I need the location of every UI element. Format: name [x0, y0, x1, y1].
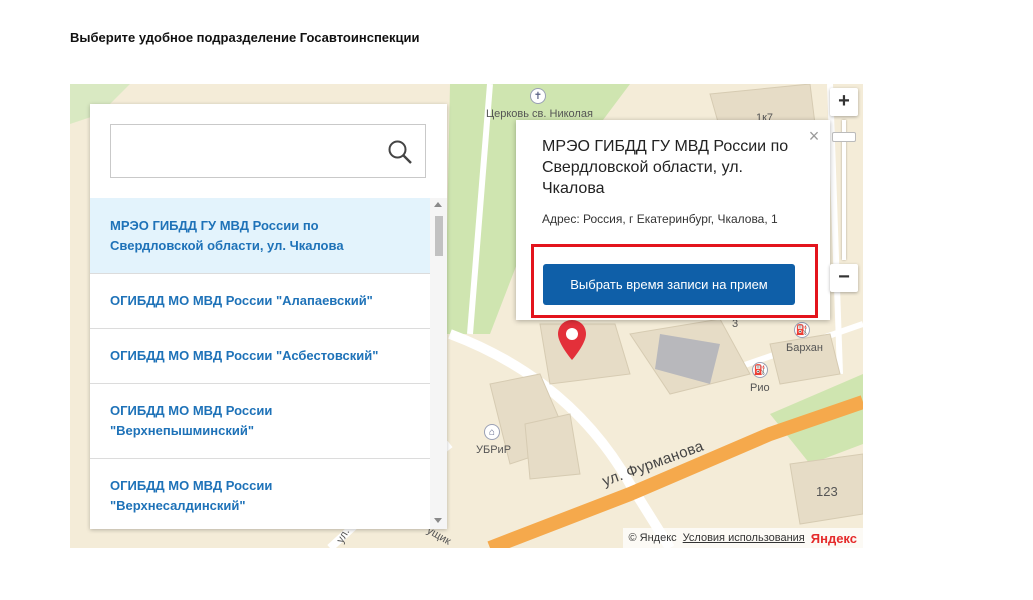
map-marker-icon[interactable]: [558, 320, 586, 360]
list-item[interactable]: ОГИБДД МО МВД России "Верхнесалдинский": [90, 459, 430, 529]
search-icon[interactable]: [387, 139, 413, 165]
unit-balloon: × МРЭО ГИБДД ГУ МВД России по Свердловск…: [516, 120, 830, 320]
list-item[interactable]: МРЭО ГИБДД ГУ МВД России по Свердловской…: [90, 198, 430, 274]
search-input[interactable]: [111, 125, 381, 177]
scroll-thumb[interactable]: [435, 216, 443, 256]
bank-icon: ⌂: [484, 424, 500, 440]
church-icon: ✝: [530, 88, 546, 104]
terms-link[interactable]: Условия использования: [683, 532, 805, 544]
map-label-church: Церковь св. Николая: [486, 108, 593, 120]
map[interactable]: Церковь св. Николая ✝ 1к7 3 ⛽ Бархан ⛽ Р…: [70, 84, 863, 548]
list-item-label: ОГИБДД МО МВД России "Верхнесалдинский": [110, 478, 273, 513]
map-label-ubrir: УБРиР: [476, 444, 512, 456]
list-item-label: МРЭО ГИБДД ГУ МВД России по Свердловской…: [110, 217, 344, 253]
page-title: Выберите удобное подразделение Госавтоин…: [70, 30, 420, 45]
book-appointment-button[interactable]: Выбрать время записи на прием: [543, 264, 795, 305]
copyright-text: © Яндекс: [628, 532, 677, 544]
map-copyright: © Яндекс Условия использования Яндекс: [622, 528, 863, 548]
close-icon[interactable]: ×: [804, 126, 824, 146]
balloon-title: МРЭО ГИБДД ГУ МВД России по Свердловской…: [542, 138, 789, 197]
unit-list: МРЭО ГИБДД ГУ МВД России по Свердловской…: [90, 198, 430, 529]
list-scrollbar[interactable]: [430, 198, 447, 529]
fuel-station-icon: ⛽: [752, 362, 768, 378]
scroll-down-icon[interactable]: [434, 518, 442, 523]
yandex-logo[interactable]: Яндекс: [811, 531, 857, 546]
fuel-station-icon: ⛽: [794, 322, 810, 338]
search-box: [110, 124, 426, 178]
zoom-in-button[interactable]: +: [830, 88, 858, 116]
balloon-address: Адрес: Россия, г Екатеринбург, Чкалова, …: [542, 212, 778, 226]
list-item[interactable]: ОГИБДД МО МВД России "Асбестовский": [90, 329, 430, 384]
list-item[interactable]: ОГИБДД МО МВД России "Алапаевский": [90, 274, 430, 329]
map-label-barkhan: Бархан: [786, 342, 823, 354]
list-item-label: ОГИБДД МО МВД России "Алапаевский": [110, 293, 373, 308]
list-item-label: ОГИБДД МО МВД России "Верхнепышминский": [110, 403, 273, 438]
list-item-label: ОГИБДД МО МВД России "Асбестовский": [110, 348, 379, 363]
zoom-slider-handle[interactable]: [832, 132, 856, 142]
map-label-house: 123: [816, 484, 838, 499]
zoom-out-button[interactable]: −: [830, 264, 858, 292]
unit-panel: МРЭО ГИБДД ГУ МВД России по Свердловской…: [90, 104, 447, 529]
scroll-up-icon[interactable]: [434, 202, 442, 207]
list-item[interactable]: ОГИБДД МО МВД России "Верхнепышминский": [90, 384, 430, 459]
map-label-rio: Рио: [750, 382, 770, 394]
